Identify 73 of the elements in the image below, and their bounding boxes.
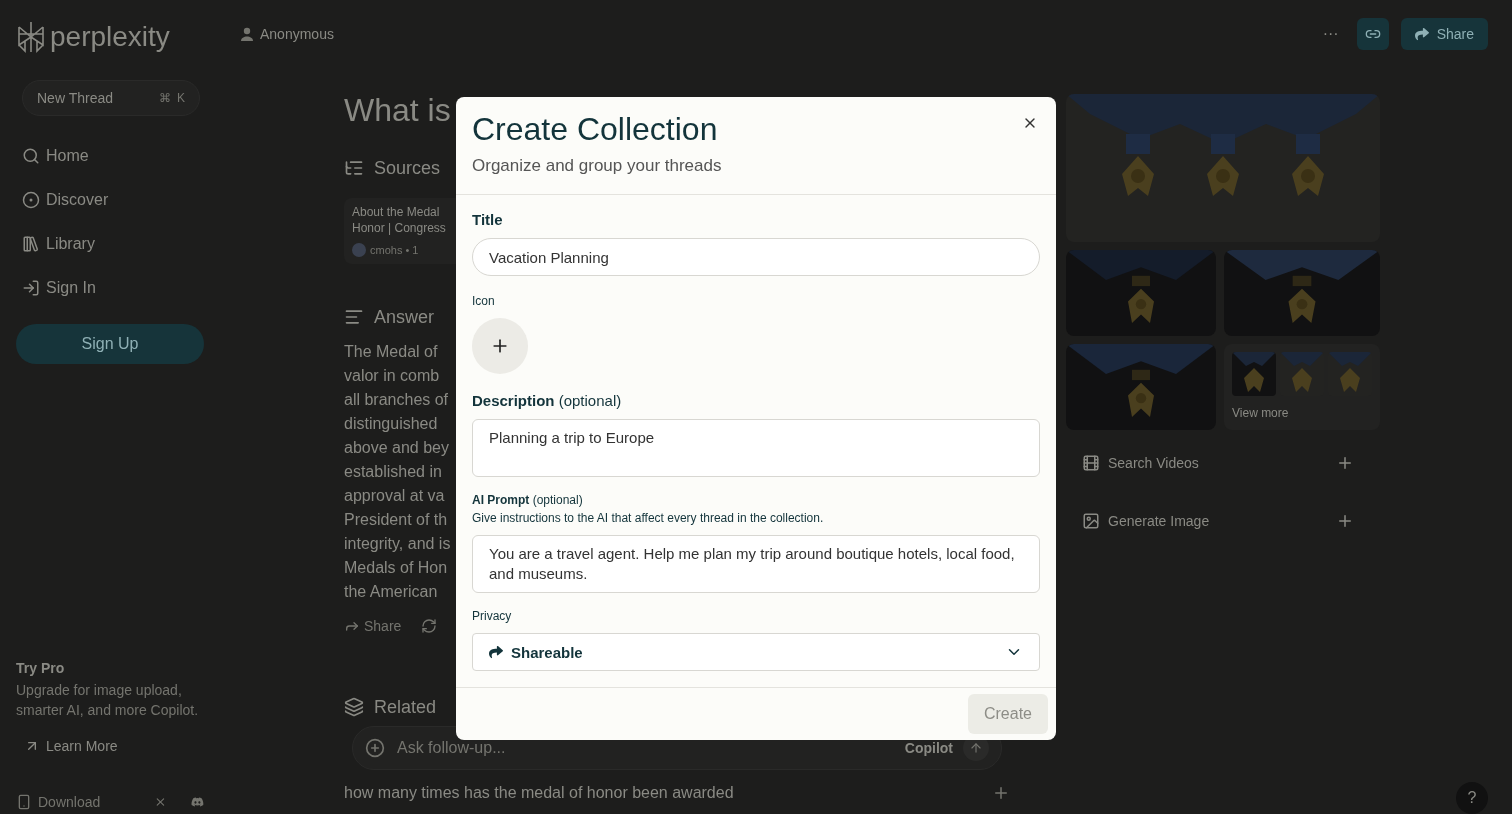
promo-text: Upgrade for image upload, smarter AI, and more Copilot. xyxy=(16,681,200,720)
rewrite-icon[interactable] xyxy=(421,618,438,634)
section-heading: Sources xyxy=(374,157,441,179)
media-tool[interactable]: Generate Image xyxy=(1066,496,1380,546)
section-heading: Related xyxy=(374,696,437,718)
prompt-field[interactable]: You are a travel agent. Help me plan my trip around boutique hotels, local food, and museums. xyxy=(472,535,1040,593)
dialog-subtitle: Organize and group your threads xyxy=(472,156,722,176)
download-link[interactable]: Download xyxy=(16,794,101,810)
field-label: Description (optional) xyxy=(472,392,622,409)
answer-icon xyxy=(344,307,364,327)
media-tool[interactable]: Search Videos xyxy=(1066,438,1380,488)
source-meta: cmohs • 1 xyxy=(370,243,419,258)
more-button[interactable]: ··· xyxy=(1316,24,1345,44)
favicon-icon xyxy=(352,243,366,257)
title-field[interactable]: Vacation Planning xyxy=(472,238,1040,276)
user-icon xyxy=(240,27,254,41)
description-field[interactable]: Planning a trip to Europe xyxy=(472,419,1040,477)
search-icon xyxy=(22,147,40,165)
section-heading: Answer xyxy=(374,306,435,328)
plus-icon xyxy=(1336,512,1354,530)
field-label: Privacy xyxy=(472,609,512,623)
answer-line: established in xyxy=(344,462,443,482)
plus-icon[interactable] xyxy=(992,784,1010,802)
answer-line: the American xyxy=(344,582,439,602)
view-more-card[interactable]: View more xyxy=(1224,344,1380,430)
source-title: Honor | Congress xyxy=(352,220,447,236)
field-help: Give instructions to the AI that affect every thread in the collection. xyxy=(472,511,824,525)
shortcut-key: ⌘ xyxy=(159,91,171,105)
answer-line: distinguished xyxy=(344,414,439,434)
nav-item[interactable]: Library xyxy=(16,222,101,266)
privacy-select[interactable]: Shareable xyxy=(472,633,1040,671)
answer-line: Medals of Hon xyxy=(344,558,449,578)
link-button[interactable] xyxy=(1356,18,1389,50)
answer-line: President of th xyxy=(344,510,449,530)
learn-more-link[interactable]: Learn More xyxy=(24,738,118,754)
answer-line: valor in comb xyxy=(344,366,441,386)
logo-icon xyxy=(16,21,46,53)
nav-item[interactable]: Discover xyxy=(16,178,115,222)
add-icon xyxy=(365,738,385,758)
layers-icon xyxy=(344,697,364,717)
dialog-title: Create Collection xyxy=(472,111,718,148)
help-button[interactable]: ? xyxy=(1456,782,1488,814)
library-icon xyxy=(22,235,40,253)
field-label: Icon xyxy=(472,294,495,308)
answer-line: integrity, and is xyxy=(344,534,451,554)
share-button[interactable]: Share xyxy=(1400,18,1488,50)
sign-up-button[interactable]: Sign Up xyxy=(16,324,204,364)
phone-icon xyxy=(16,794,32,810)
field-label: AI Prompt (optional) xyxy=(472,493,583,507)
share-icon xyxy=(1414,27,1429,41)
answer-line: approval at va xyxy=(344,486,446,506)
logo-text: perplexity xyxy=(50,21,170,53)
image-icon xyxy=(1082,512,1100,530)
share-icon xyxy=(489,645,503,659)
thread-title: What is xyxy=(344,92,451,129)
shortcut-key: K xyxy=(177,91,185,105)
plus-icon xyxy=(1336,454,1354,472)
copilot-toggle[interactable]: Copilot xyxy=(904,740,953,756)
new-thread-button[interactable]: New Thread ⌘ K xyxy=(22,80,200,116)
nav-item[interactable]: Sign In xyxy=(16,266,102,310)
answer-line: above and bey xyxy=(344,438,450,458)
sources-icon xyxy=(344,158,364,178)
related-question[interactable]: how many times has the medal of honor been awarded xyxy=(344,784,734,802)
user-name: Anonymous xyxy=(260,26,334,42)
film-icon xyxy=(1082,454,1100,472)
promo-title: Try Pro xyxy=(16,660,66,676)
answer-line: The Medal of xyxy=(344,342,439,362)
view-more-text: View more xyxy=(1232,406,1289,420)
answer-line: all branches of xyxy=(344,390,450,410)
share-action[interactable]: Share xyxy=(344,618,402,634)
sign-in-icon xyxy=(22,279,40,297)
target-icon xyxy=(22,191,40,209)
nav-item[interactable]: Home xyxy=(16,134,95,178)
